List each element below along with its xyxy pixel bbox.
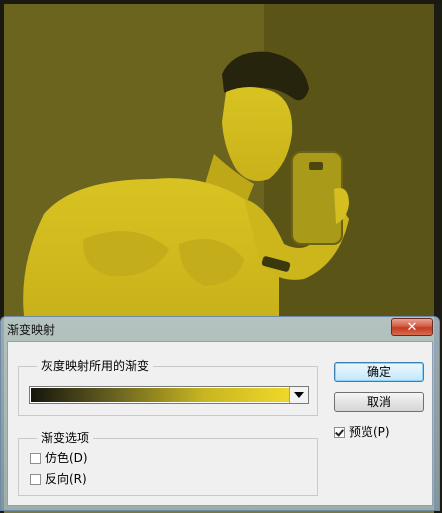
- dither-label[interactable]: 仿色(D): [45, 450, 88, 466]
- reverse-label[interactable]: 反向(R): [45, 471, 87, 487]
- gradient-dropdown-button[interactable]: [289, 387, 308, 403]
- reverse-option[interactable]: 反向(R): [30, 471, 87, 487]
- gradient-map-dialog: 渐变映射 ✕ 灰度映射所用的渐变 渐变选项 仿色(D) 反向(R) 确定 取消 …: [0, 316, 440, 511]
- preview-option[interactable]: 预览(P): [334, 424, 390, 440]
- cancel-button[interactable]: 取消: [334, 392, 424, 412]
- close-button[interactable]: ✕: [391, 318, 433, 336]
- chevron-down-icon: [294, 392, 304, 398]
- gradient-preview-bar[interactable]: [31, 388, 290, 402]
- gradient-options-label: 渐变选项: [37, 430, 94, 446]
- ok-button[interactable]: 确定: [334, 362, 424, 382]
- dither-checkbox[interactable]: [30, 452, 41, 464]
- photo-preview: [4, 4, 434, 316]
- close-icon: ✕: [406, 319, 418, 335]
- dither-option[interactable]: 仿色(D): [30, 450, 88, 466]
- gradient-group-label: 灰度映射所用的渐变: [37, 358, 154, 374]
- gradient-picker[interactable]: [29, 386, 309, 404]
- preview-checkbox[interactable]: [334, 426, 345, 438]
- preview-label[interactable]: 预览(P): [349, 424, 390, 440]
- photo-image: [4, 4, 434, 316]
- dialog-title: 渐变映射: [7, 323, 56, 337]
- reverse-checkbox[interactable]: [30, 473, 41, 485]
- dialog-client-area: 灰度映射所用的渐变 渐变选项 仿色(D) 反向(R) 确定 取消 预览(P): [7, 341, 433, 506]
- gradient-options-group: 渐变选项: [18, 430, 318, 496]
